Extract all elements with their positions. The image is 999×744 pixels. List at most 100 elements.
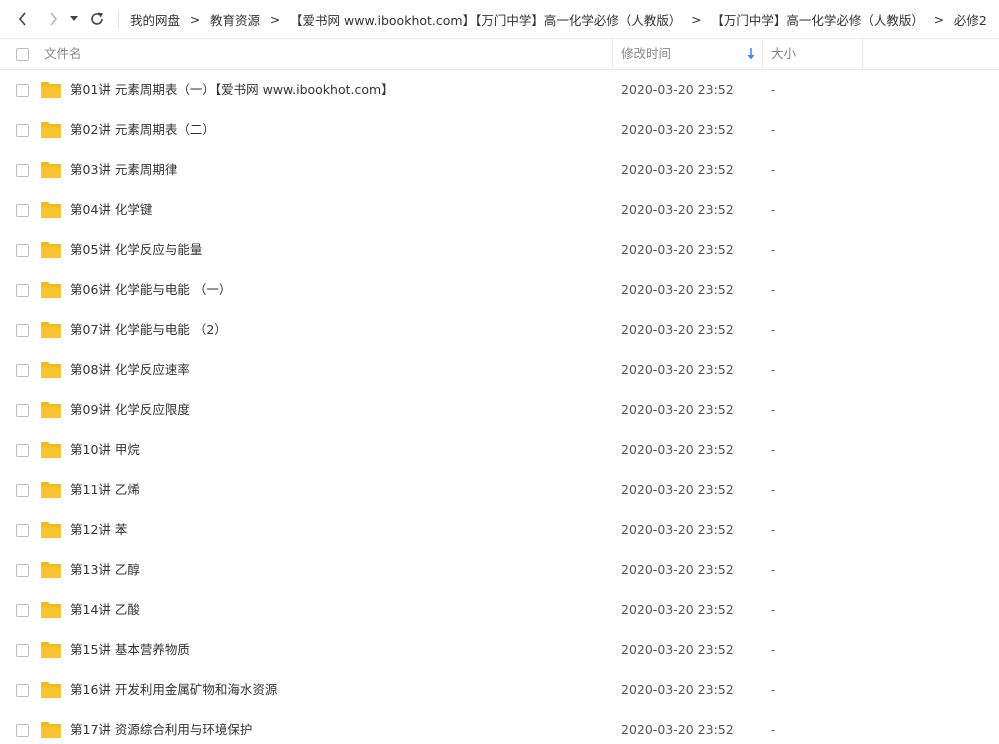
folder-icon[interactable] <box>40 521 62 539</box>
file-size: - <box>771 402 776 417</box>
folder-icon[interactable] <box>40 81 62 99</box>
row-checkbox[interactable] <box>16 204 29 217</box>
file-row[interactable]: 第01讲 元素周期表（一）【爱书网 www.ibookhot.com】 2020-… <box>0 70 999 110</box>
column-divider[interactable] <box>762 39 763 69</box>
file-name[interactable]: 第09讲 化学反应限度 <box>70 390 190 430</box>
file-name[interactable]: 第15讲 基本营养物质 <box>70 630 190 670</box>
column-divider[interactable] <box>862 39 863 69</box>
column-header-name[interactable]: 文件名 <box>44 39 82 69</box>
row-checkbox[interactable] <box>16 364 29 377</box>
chevron-left-icon <box>18 12 26 26</box>
file-name[interactable]: 第04讲 化学键 <box>70 190 152 230</box>
row-checkbox[interactable] <box>16 84 29 97</box>
file-name[interactable]: 第13讲 乙醇 <box>70 550 140 590</box>
file-row[interactable]: 第14讲 乙酸 2020-03-20 23:52 - <box>0 590 999 630</box>
file-modified-time: 2020-03-20 23:52 <box>621 442 734 457</box>
file-name[interactable]: 第01讲 元素周期表（一）【爱书网 www.ibookhot.com】 <box>70 70 394 110</box>
sort-descending-icon[interactable] <box>746 47 756 61</box>
file-row[interactable]: 第04讲 化学键 2020-03-20 23:52 - <box>0 190 999 230</box>
file-name[interactable]: 第16讲 开发利用金属矿物和海水资源 <box>70 670 277 710</box>
file-row[interactable]: 第12讲 苯 2020-03-20 23:52 - <box>0 510 999 550</box>
folder-icon[interactable] <box>40 321 62 339</box>
file-row[interactable]: 第10讲 甲烷 2020-03-20 23:52 - <box>0 430 999 470</box>
breadcrumb-item-course-collection[interactable]: 【爱书网 www.ibookhot.com】【万门中学】高一化学必修（人教版） <box>290 10 681 29</box>
file-row[interactable]: 第03讲 元素周期律 2020-03-20 23:52 - <box>0 150 999 190</box>
breadcrumb-item-education[interactable]: 教育资源 <box>210 10 260 29</box>
row-checkbox[interactable] <box>16 444 29 457</box>
folder-icon[interactable] <box>40 441 62 459</box>
file-row[interactable]: 第06讲 化学能与电能 （一） 2020-03-20 23:52 - <box>0 270 999 310</box>
file-row[interactable]: 第17讲 资源综合利用与环境保护 2020-03-20 23:52 - <box>0 710 999 744</box>
file-modified-time: 2020-03-20 23:52 <box>621 602 734 617</box>
file-name[interactable]: 第07讲 化学能与电能 （2） <box>70 310 227 350</box>
file-modified-time: 2020-03-20 23:52 <box>621 322 734 337</box>
row-checkbox[interactable] <box>16 484 29 497</box>
file-name[interactable]: 第11讲 乙烯 <box>70 470 140 510</box>
refresh-button[interactable] <box>86 8 108 30</box>
file-row[interactable]: 第16讲 开发利用金属矿物和海水资源 2020-03-20 23:52 - <box>0 670 999 710</box>
file-row[interactable]: 第08讲 化学反应速率 2020-03-20 23:52 - <box>0 350 999 390</box>
file-row[interactable]: 第02讲 元素周期表（二） 2020-03-20 23:52 - <box>0 110 999 150</box>
row-checkbox[interactable] <box>16 324 29 337</box>
row-checkbox[interactable] <box>16 284 29 297</box>
file-list: 第01讲 元素周期表（一）【爱书网 www.ibookhot.com】 2020-… <box>0 70 999 744</box>
breadcrumb-item-current[interactable]: 必修2 <box>954 10 987 29</box>
file-size: - <box>771 522 776 537</box>
file-row[interactable]: 第15讲 基本营养物质 2020-03-20 23:52 - <box>0 630 999 670</box>
file-name[interactable]: 第03讲 元素周期律 <box>70 150 177 190</box>
row-checkbox[interactable] <box>16 644 29 657</box>
file-row[interactable]: 第11讲 乙烯 2020-03-20 23:52 - <box>0 470 999 510</box>
select-all-checkbox[interactable] <box>16 48 29 61</box>
row-checkbox[interactable] <box>16 564 29 577</box>
file-name[interactable]: 第02讲 元素周期表（二） <box>70 110 215 150</box>
row-checkbox[interactable] <box>16 604 29 617</box>
row-checkbox[interactable] <box>16 724 29 737</box>
row-checkbox[interactable] <box>16 524 29 537</box>
file-name[interactable]: 第17讲 资源综合利用与环境保护 <box>70 710 252 744</box>
folder-icon[interactable] <box>40 681 62 699</box>
folder-icon[interactable] <box>40 641 62 659</box>
folder-icon[interactable] <box>40 361 62 379</box>
column-divider[interactable] <box>612 39 613 69</box>
row-checkbox[interactable] <box>16 124 29 137</box>
file-name[interactable]: 第06讲 化学能与电能 （一） <box>70 270 231 310</box>
caret-down-icon <box>70 16 78 21</box>
breadcrumb-item-my-drive[interactable]: 我的网盘 <box>130 10 180 29</box>
row-checkbox[interactable] <box>16 164 29 177</box>
folder-icon[interactable] <box>40 561 62 579</box>
row-checkbox[interactable] <box>16 404 29 417</box>
file-size: - <box>771 482 776 497</box>
file-name[interactable]: 第14讲 乙酸 <box>70 590 140 630</box>
forward-button[interactable] <box>42 8 64 30</box>
file-name[interactable]: 第08讲 化学反应速率 <box>70 350 190 390</box>
folder-icon[interactable] <box>40 401 62 419</box>
history-dropdown-button[interactable] <box>67 8 81 30</box>
back-button[interactable] <box>12 8 34 30</box>
file-row[interactable]: 第13讲 乙醇 2020-03-20 23:52 - <box>0 550 999 590</box>
file-modified-time: 2020-03-20 23:52 <box>621 562 734 577</box>
breadcrumb-separator: > <box>189 11 201 27</box>
file-modified-time: 2020-03-20 23:52 <box>621 402 734 417</box>
file-modified-time: 2020-03-20 23:52 <box>621 522 734 537</box>
column-header-size[interactable]: 大小 <box>771 39 796 69</box>
file-name[interactable]: 第10讲 甲烷 <box>70 430 140 470</box>
folder-icon[interactable] <box>40 601 62 619</box>
file-row[interactable]: 第05讲 化学反应与能量 2020-03-20 23:52 - <box>0 230 999 270</box>
breadcrumb-item-course[interactable]: 【万门中学】高一化学必修（人教版） <box>711 10 924 29</box>
folder-icon[interactable] <box>40 241 62 259</box>
file-row[interactable]: 第09讲 化学反应限度 2020-03-20 23:52 - <box>0 390 999 430</box>
file-row[interactable]: 第07讲 化学能与电能 （2） 2020-03-20 23:52 - <box>0 310 999 350</box>
file-size: - <box>771 362 776 377</box>
row-checkbox[interactable] <box>16 684 29 697</box>
folder-icon[interactable] <box>40 161 62 179</box>
folder-icon[interactable] <box>40 201 62 219</box>
folder-icon[interactable] <box>40 481 62 499</box>
file-name[interactable]: 第12讲 苯 <box>70 510 127 550</box>
folder-icon[interactable] <box>40 721 62 739</box>
file-name[interactable]: 第05讲 化学反应与能量 <box>70 230 202 270</box>
folder-icon[interactable] <box>40 281 62 299</box>
file-modified-time: 2020-03-20 23:52 <box>621 282 734 297</box>
column-header-modified[interactable]: 修改时间 <box>621 39 671 69</box>
row-checkbox[interactable] <box>16 244 29 257</box>
folder-icon[interactable] <box>40 121 62 139</box>
